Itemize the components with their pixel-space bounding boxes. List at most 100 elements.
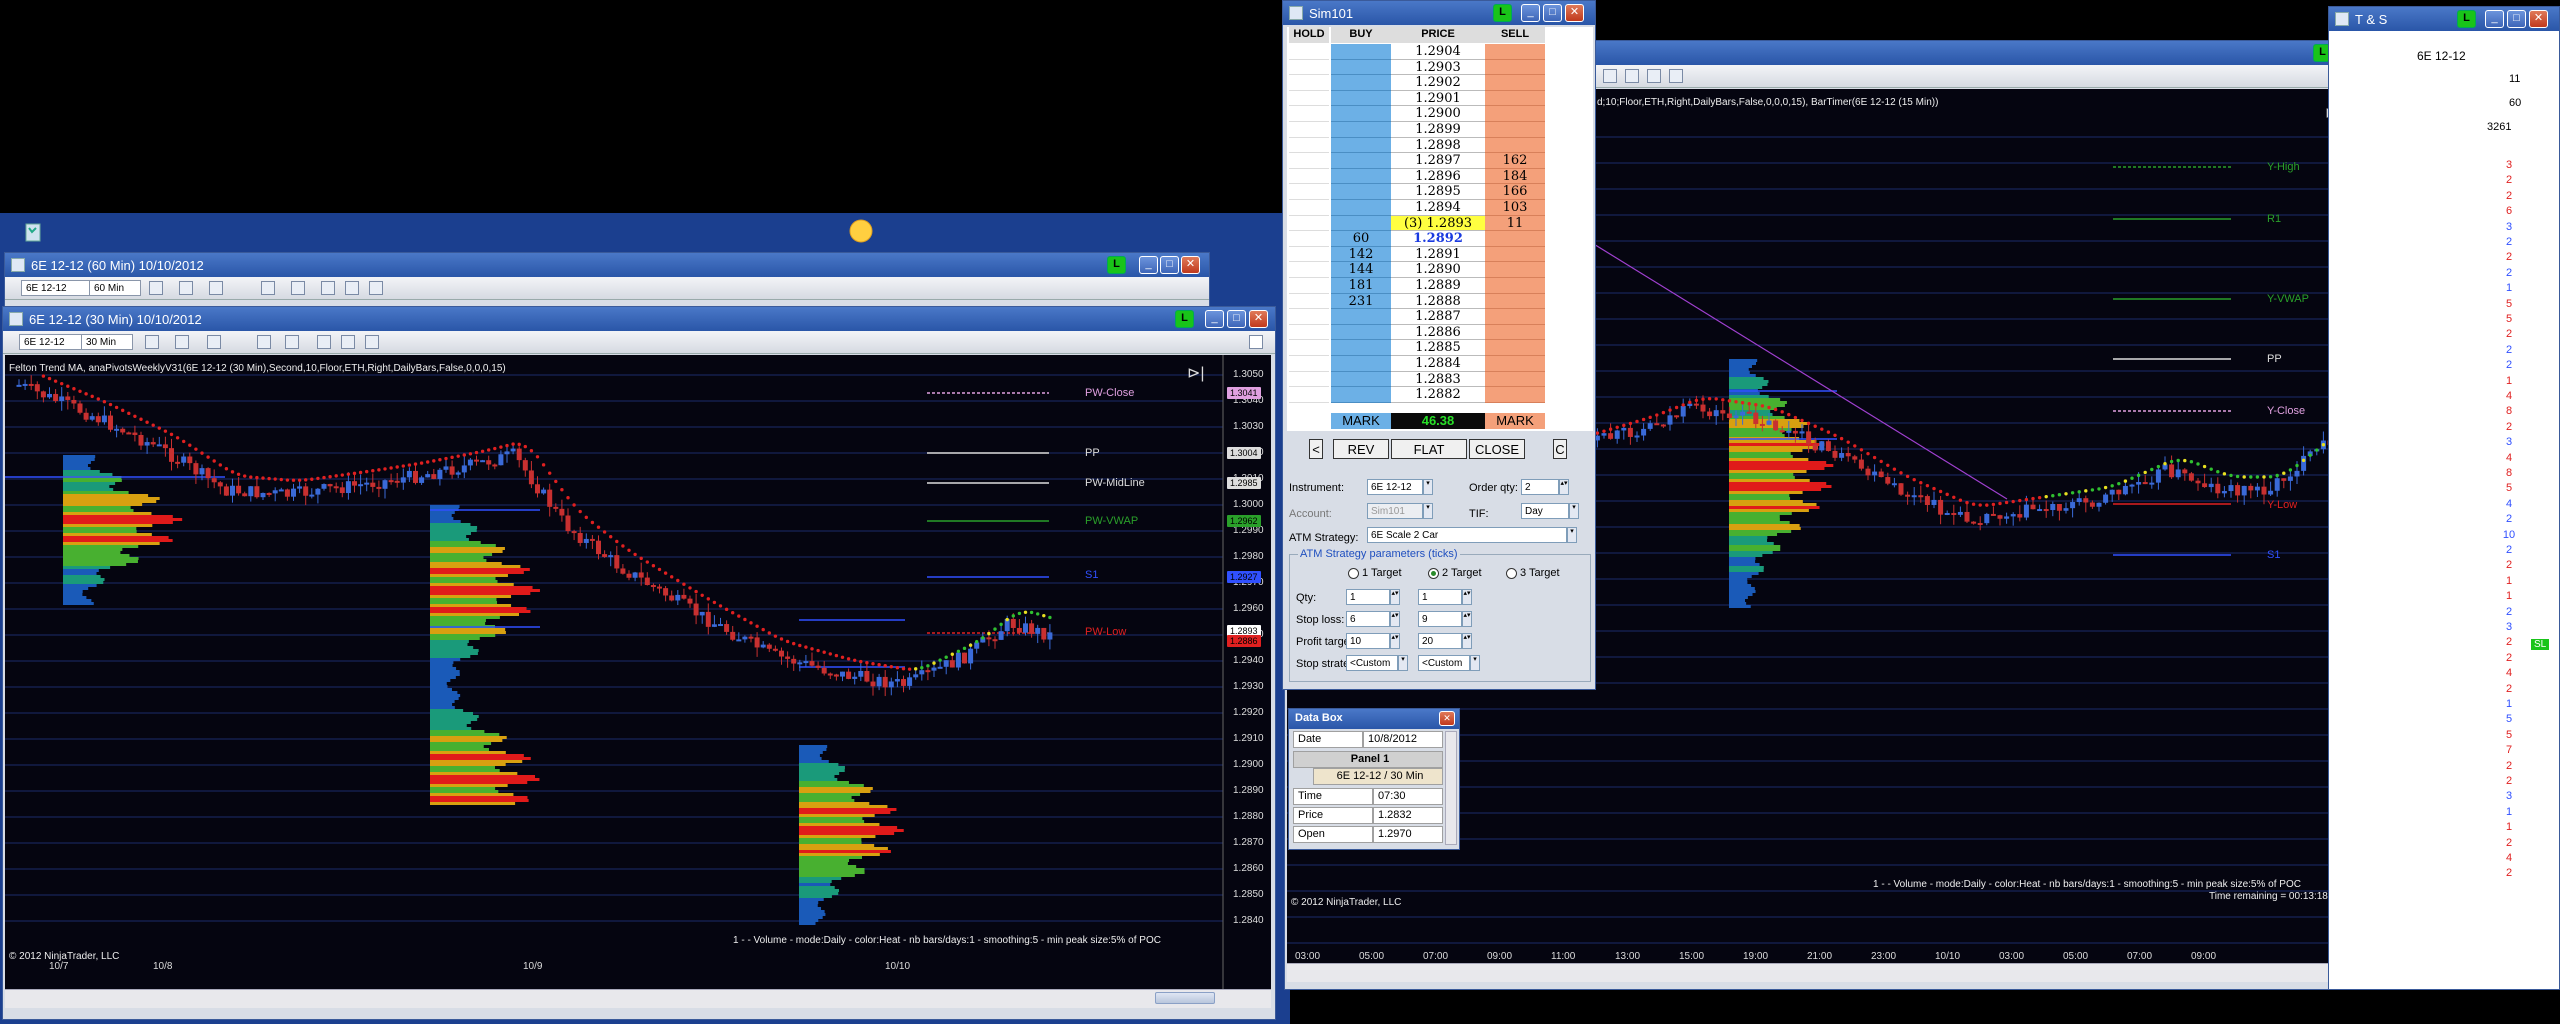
minimize-button[interactable]: _ — [1521, 4, 1540, 22]
bar-type-icon[interactable] — [149, 281, 163, 295]
indicator-icon[interactable] — [317, 335, 331, 349]
dom-sell-cell[interactable]: 166 — [1485, 184, 1545, 200]
zoom-icon[interactable] — [257, 335, 271, 349]
dom-buy-cell[interactable]: 181 — [1331, 278, 1391, 294]
instrument-select[interactable]: 6E 12-12 — [21, 280, 93, 296]
dom-hold-cell[interactable] — [1289, 278, 1329, 294]
instrument-dropdown-arrow[interactable]: ▾ — [1423, 479, 1433, 495]
dom-sell-cell[interactable] — [1485, 59, 1545, 76]
strategy-icon[interactable] — [1647, 69, 1661, 83]
minimize-button[interactable]: _ — [1139, 256, 1158, 274]
properties-icon[interactable] — [291, 281, 305, 295]
qty2-input[interactable]: 1 — [1418, 589, 1462, 605]
close-position-button[interactable]: CLOSE — [1469, 439, 1525, 459]
dom-hold-cell[interactable] — [1289, 122, 1329, 138]
dom-sell-cell[interactable] — [1485, 231, 1545, 247]
interval-select[interactable]: 60 Min — [89, 280, 141, 296]
profit2-spinner[interactable]: ▴▾ — [1462, 633, 1472, 649]
link-button[interactable]: L — [1107, 256, 1126, 274]
minimize-button[interactable]: _ — [2485, 10, 2504, 28]
dom-hold-cell[interactable] — [1289, 44, 1329, 60]
dom-buy-cell[interactable] — [1331, 59, 1391, 76]
dom-hold-cell[interactable] — [1289, 168, 1329, 185]
dom-buy-cell[interactable] — [1331, 215, 1391, 232]
dom-buy-cell[interactable] — [1331, 153, 1391, 169]
close-button[interactable]: ✕ — [1439, 711, 1455, 726]
pencil-icon[interactable] — [179, 281, 193, 295]
close-button[interactable]: ✕ — [1249, 310, 1268, 328]
dom-hold-cell[interactable] — [1289, 106, 1329, 122]
dom-buy-cell[interactable] — [1331, 137, 1391, 154]
dom-sell-cell[interactable] — [1485, 75, 1545, 91]
data-box-icon[interactable] — [365, 335, 379, 349]
drawing-icon[interactable] — [207, 335, 221, 349]
dom-hold-cell[interactable] — [1289, 75, 1329, 91]
data-box-icon[interactable] — [369, 281, 383, 295]
atm-strategy-select[interactable]: 6E Scale 2 Car — [1367, 527, 1567, 543]
maximize-button[interactable]: □ — [1227, 310, 1246, 328]
dom-buy-cell[interactable] — [1331, 387, 1391, 403]
dom-sell-cell[interactable] — [1485, 387, 1545, 403]
dom-buy-cell[interactable]: 144 — [1331, 262, 1391, 278]
dom-buy-cell[interactable] — [1331, 75, 1391, 91]
dom-sell-cell[interactable] — [1485, 340, 1545, 356]
flat-button[interactable]: FLAT — [1391, 439, 1467, 459]
dom-hold-cell[interactable] — [1289, 262, 1329, 278]
dom-sell-cell[interactable] — [1485, 293, 1545, 310]
atm-strategy-dropdown-arrow[interactable]: ▾ — [1567, 527, 1577, 543]
interval-select[interactable]: 30 Min — [81, 334, 133, 350]
drawing-icon[interactable] — [209, 281, 223, 295]
profit2-input[interactable]: 20 — [1418, 633, 1462, 649]
dom-sell-cell[interactable] — [1485, 137, 1545, 154]
indicator-icon[interactable] — [1625, 69, 1639, 83]
close-button[interactable]: ✕ — [2529, 10, 2548, 28]
chart-menu-dropdown-icon[interactable] — [1249, 335, 1263, 349]
dom-sell-cell[interactable] — [1485, 356, 1545, 372]
indicator-icon[interactable] — [321, 281, 335, 295]
link-button[interactable]: L — [1175, 310, 1194, 328]
close-button[interactable]: ✕ — [1181, 256, 1200, 274]
price-chart[interactable]: Felton Trend MA, anaPivotsWeeklyV31(6E 1… — [5, 355, 1271, 989]
dom-sell-cell[interactable] — [1485, 262, 1545, 278]
pencil-icon[interactable] — [175, 335, 189, 349]
profit1-spinner[interactable]: ▴▾ — [1390, 633, 1400, 649]
dom-sell-cell[interactable]: 162 — [1485, 153, 1545, 169]
dom-buy-cell[interactable] — [1331, 309, 1391, 325]
stop2-input[interactable]: 9 — [1418, 611, 1462, 627]
horizontal-scrollbar[interactable] — [5, 989, 1271, 1008]
dom-buy-cell[interactable] — [1331, 340, 1391, 356]
dom-hold-cell[interactable] — [1289, 340, 1329, 356]
dom-buy-cell[interactable]: 142 — [1331, 246, 1391, 263]
dom-buy-cell[interactable] — [1331, 324, 1391, 341]
dom-sell-cell[interactable] — [1485, 122, 1545, 138]
dom-hold-cell[interactable] — [1289, 215, 1329, 232]
dom-buy-cell[interactable] — [1331, 122, 1391, 138]
dom-sell-cell[interactable] — [1485, 309, 1545, 325]
dom-sell-cell[interactable] — [1485, 44, 1545, 60]
prev-button[interactable]: < — [1309, 439, 1323, 459]
dom-buy-cell[interactable] — [1331, 200, 1391, 216]
tif-select[interactable]: Day — [1521, 503, 1569, 519]
dom-sell-cell[interactable] — [1485, 324, 1545, 341]
reverse-button[interactable]: REV — [1333, 439, 1389, 459]
c-button[interactable]: C — [1553, 439, 1567, 459]
order-qty-input[interactable]: 2 — [1521, 479, 1559, 495]
dom-hold-cell[interactable] — [1289, 200, 1329, 216]
close-button[interactable]: ✕ — [1565, 4, 1584, 22]
dom-sell-cell[interactable] — [1485, 106, 1545, 122]
dom-hold-cell[interactable] — [1289, 309, 1329, 325]
order-qty-spinner[interactable]: ▴▾ — [1559, 479, 1569, 495]
dom-buy-cell[interactable] — [1331, 184, 1391, 200]
mark-right[interactable]: MARK — [1485, 413, 1545, 429]
maximize-button[interactable]: □ — [1160, 256, 1179, 274]
link-button[interactable]: L — [1493, 4, 1512, 22]
instrument-field[interactable]: 6E 12-12 — [2417, 49, 2466, 63]
instrument-select[interactable]: 6E 12-12 — [19, 334, 83, 350]
bar-type-icon[interactable] — [145, 335, 159, 349]
qty1-spinner[interactable]: ▴▾ — [1390, 589, 1400, 605]
link-button[interactable]: L — [2457, 10, 2476, 28]
target1-radio[interactable] — [1348, 568, 1359, 579]
dom-sell-cell[interactable] — [1485, 371, 1545, 388]
stop-strategy2-select[interactable]: <Custom — [1418, 655, 1470, 671]
dom-buy-cell[interactable] — [1331, 106, 1391, 122]
